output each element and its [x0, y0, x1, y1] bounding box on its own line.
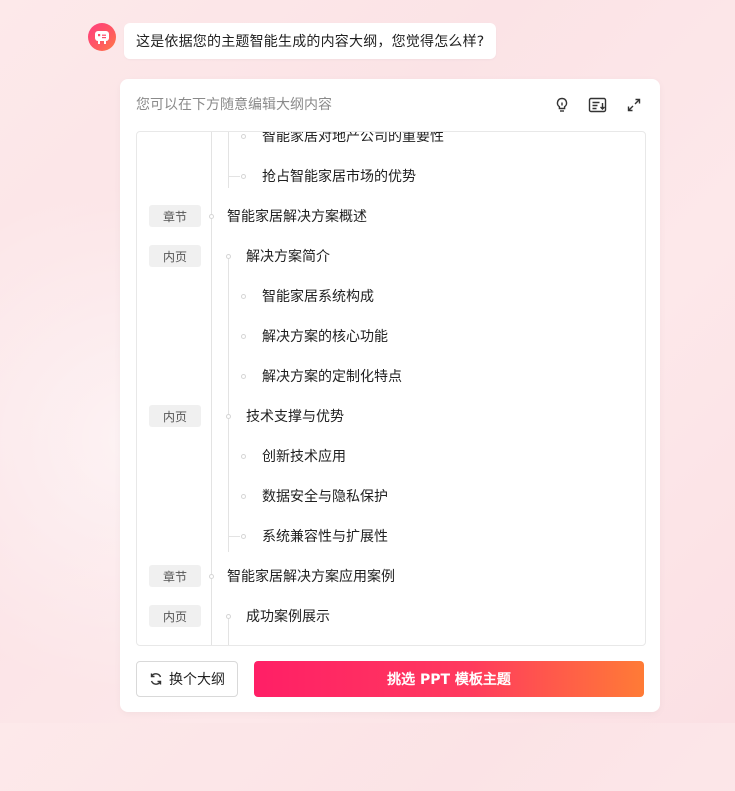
tree-node-dot: [226, 614, 231, 619]
outline-item-text[interactable]: 技术支撑与优势: [246, 406, 344, 426]
outline-item-row[interactable]: 抢占智能家居市场的优势: [137, 156, 645, 196]
outline-item-text[interactable]: 智能家居系统构成: [262, 286, 374, 306]
outline-item-text[interactable]: 解决方案的核心功能: [262, 326, 388, 346]
chapter-tag: 章节: [149, 205, 201, 227]
outline-item-row[interactable]: 数据安全与隐私保护: [137, 476, 645, 516]
tree-node-dot: [241, 374, 246, 379]
sort-list-icon[interactable]: [586, 93, 610, 117]
tree-node-dot: [241, 174, 246, 179]
assistant-message: 这是依据您的主题智能生成的内容大纲，您觉得怎么样?: [124, 23, 497, 59]
outline-item-text[interactable]: 智能家居解决方案概述: [227, 206, 367, 226]
refresh-icon: [150, 673, 162, 685]
outline-item-row[interactable]: 内页 技术支撑与优势: [137, 396, 645, 436]
outline-item-text[interactable]: 智能家居解决方案应用案例: [227, 566, 395, 586]
page-tag: 内页: [149, 605, 201, 627]
outline-item-text[interactable]: 数据安全与隐私保护: [262, 486, 388, 506]
tree-node-dot: [241, 534, 246, 539]
tree-node-dot: [209, 574, 214, 579]
change-outline-label: 换个大纲: [169, 672, 225, 688]
tree-node-dot: [241, 494, 246, 499]
tree-node-dot: [241, 134, 246, 139]
outline-card: 您可以在下方随意编辑大纲内容 智能家居对地产公司的重要性 抢占智能家居市场的优势…: [120, 79, 660, 712]
outline-item-row[interactable]: 智能家居对地产公司的重要性: [137, 132, 645, 156]
outline-item-text[interactable]: 成功案例展示: [246, 606, 330, 626]
outline-item-text[interactable]: 抢占智能家居市场的优势: [262, 166, 416, 186]
outline-item-row[interactable]: 智能家居系统构成: [137, 276, 645, 316]
tree-node-dot: [241, 454, 246, 459]
tree-node-dot: [241, 294, 246, 299]
assistant-avatar: [88, 23, 116, 51]
outline-item-text[interactable]: 系统兼容性与扩展性: [262, 526, 388, 546]
card-toolbar: [550, 93, 646, 117]
outline-editor[interactable]: 智能家居对地产公司的重要性 抢占智能家居市场的优势 章节 智能家居解决方案概述 …: [136, 131, 646, 646]
outline-item-text[interactable]: 解决方案的定制化特点: [262, 366, 402, 386]
pick-template-button[interactable]: 挑选 PPT 模板主题: [254, 661, 644, 697]
tree-node-dot: [226, 254, 231, 259]
tree-branch-line: [228, 176, 240, 177]
outline-item-row[interactable]: 内页 成功案例展示: [137, 596, 645, 636]
page-tag: 内页: [149, 405, 201, 427]
tree-branch-line: [228, 536, 240, 537]
outline-item-text[interactable]: 创新技术应用: [262, 446, 346, 466]
outline-edit-hint: 您可以在下方随意编辑大纲内容: [136, 97, 332, 113]
outline-item-row[interactable]: 创新技术应用: [137, 436, 645, 476]
outline-item-row[interactable]: 解决方案的定制化特点: [137, 356, 645, 396]
outline-item-row[interactable]: 系统兼容性与扩展性: [137, 516, 645, 556]
outline-item-row[interactable]: 章节 智能家居解决方案应用案例: [137, 556, 645, 596]
outline-item-row[interactable]: 内页 解决方案简介: [137, 236, 645, 276]
change-outline-button[interactable]: 换个大纲: [136, 661, 238, 697]
tree-node-dot: [226, 414, 231, 419]
outline-item-text[interactable]: 智能家居对地产公司的重要性: [262, 132, 444, 146]
lightbulb-icon[interactable]: [550, 93, 574, 117]
tree-node-dot: [241, 334, 246, 339]
page-tag: 内页: [149, 245, 201, 267]
assistant-logo-icon: [95, 31, 109, 44]
outline-item-row[interactable]: 章节 智能家居解决方案概述: [137, 196, 645, 236]
expand-icon[interactable]: [622, 93, 646, 117]
tree-node-dot: [209, 214, 214, 219]
chapter-tag: 章节: [149, 565, 201, 587]
outline-item-text[interactable]: 解决方案简介: [246, 246, 330, 266]
outline-item-row[interactable]: 解决方案的核心功能: [137, 316, 645, 356]
